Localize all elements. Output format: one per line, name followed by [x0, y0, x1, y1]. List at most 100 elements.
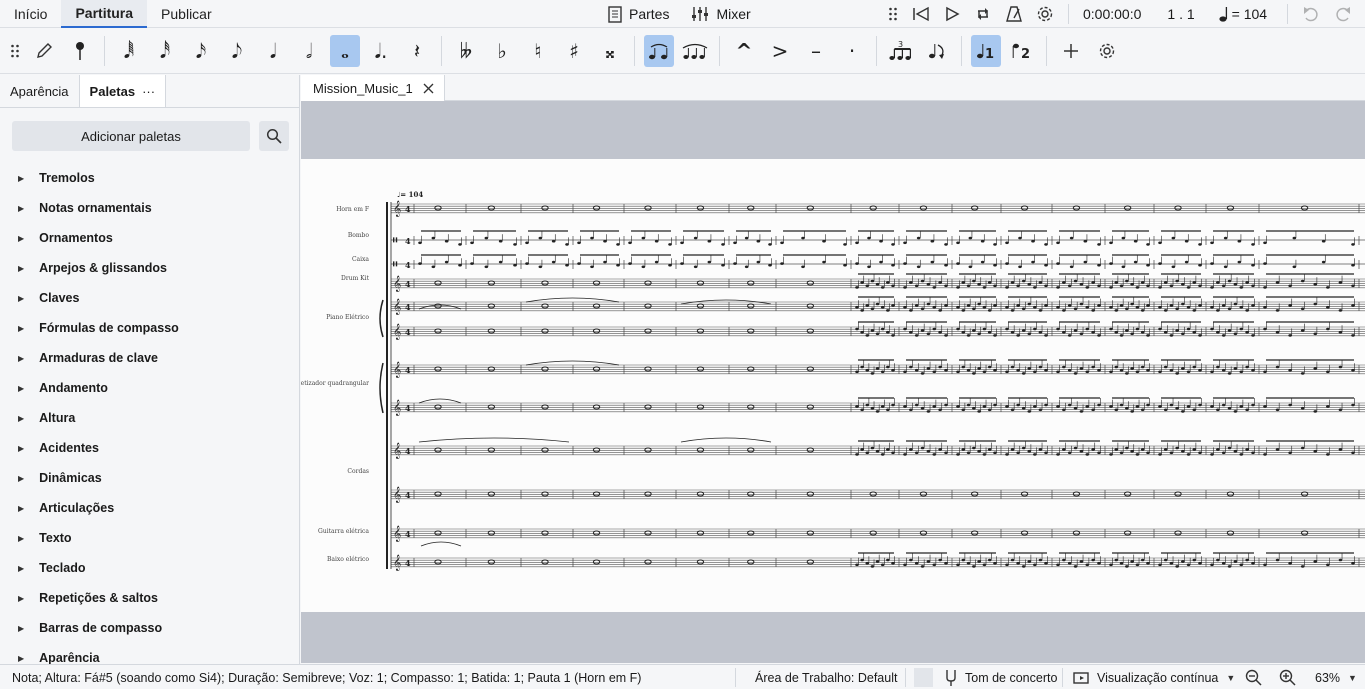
palette-list: ▶ Tremolos ▶ Notas ornamentais ▶ Ornamentos ▶ A…	[0, 163, 299, 664]
note-head	[1338, 558, 1343, 562]
expand-arrow-icon: ▶	[18, 263, 25, 273]
note-head	[1251, 451, 1255, 455]
tie-icon[interactable]	[644, 35, 674, 67]
tab-paletas[interactable]: Paletas ···	[79, 75, 167, 107]
tab-inicio[interactable]: Início	[0, 0, 61, 28]
pencil-icon[interactable]	[29, 35, 59, 67]
zoom-out-button[interactable]	[1245, 665, 1262, 689]
search-palettes-button[interactable]	[259, 121, 289, 151]
accent-icon[interactable]: >	[765, 35, 795, 67]
flat-icon[interactable]: ♭	[487, 35, 517, 67]
loop-icon[interactable]	[974, 5, 992, 23]
rewind-icon[interactable]	[912, 6, 930, 22]
palette-item[interactable]: ▶ Dinâmicas	[0, 463, 299, 493]
duration-16th-icon[interactable]: 𝅘𝅥𝅯	[186, 35, 216, 67]
staccato-icon[interactable]: ·	[837, 35, 867, 67]
whole-note	[434, 559, 442, 565]
play-icon[interactable]	[944, 6, 960, 22]
duration-quarter-icon[interactable]: 𝅘𝅥	[258, 35, 288, 67]
redo-icon[interactable]	[1334, 6, 1352, 22]
rest-icon[interactable]: 𝄽	[402, 35, 432, 67]
metronome-icon[interactable]	[1006, 5, 1022, 23]
parts-button[interactable]: Partes	[608, 5, 669, 23]
palette-item[interactable]: ▶ Texto	[0, 523, 299, 553]
palette-item[interactable]: ▶ Claves	[0, 283, 299, 313]
palette-item[interactable]: ▶ Altura	[0, 403, 299, 433]
score-page[interactable]: 𝄞 4 𝄥 4 𝄥 4 𝄞 4 𝄞 4 𝄞 4 𝄞 4 𝄞 4 𝄞 4 𝄞 4 𝄞 4 𝄞 4 Horn em F Bombo Ca…	[288, 159, 1365, 612]
palette-item[interactable]: ▶ Ornamentos	[0, 223, 299, 253]
note-head	[1163, 330, 1168, 334]
palette-item[interactable]: ▶ Barras de compasso	[0, 613, 299, 643]
add-palettes-button[interactable]: Adicionar paletas	[12, 121, 250, 151]
instrument-label: Baixo elétrico	[327, 556, 369, 563]
palette-item[interactable]: ▶ Andamento	[0, 373, 299, 403]
note-head	[1198, 451, 1202, 455]
score-notation[interactable]: 𝄞 4 𝄥 4 𝄥 4 𝄞 4 𝄞 4 𝄞 4 𝄞 4 𝄞 4 𝄞 4 𝄞 4 𝄞 4 𝄞 4 Horn em F Bombo Ca…	[288, 159, 1365, 612]
add-icon[interactable]	[1056, 35, 1086, 67]
note-head	[870, 329, 875, 332]
concert-pitch-checkbox[interactable]	[914, 668, 933, 687]
note-head	[993, 243, 997, 246]
note-head	[916, 265, 921, 269]
note-head	[875, 449, 880, 453]
marcato-icon[interactable]: ^	[729, 35, 759, 67]
voice-1-icon[interactable]: 1	[971, 35, 1001, 67]
toolbar-settings-icon[interactable]	[1092, 35, 1122, 67]
panel-more-menu[interactable]: ···	[142, 84, 155, 99]
workspace-selector[interactable]: Área de Trabalho: Default	[755, 665, 897, 689]
tuplet-icon[interactable]: 3	[886, 35, 916, 67]
note-head	[1010, 448, 1015, 451]
tab-aparencia[interactable]: Aparência	[0, 75, 80, 107]
palette-item[interactable]: ▶ Notas ornamentais	[0, 193, 299, 223]
palette-item[interactable]: ▶ Aparência	[0, 643, 299, 664]
duration-whole-icon[interactable]: 𝅝	[330, 35, 360, 67]
zoom-in-button[interactable]	[1279, 665, 1296, 689]
sharp-icon[interactable]: ♯	[559, 35, 589, 67]
note-input-mode-icon[interactable]	[65, 35, 95, 67]
expand-arrow-icon: ▶	[18, 203, 25, 213]
palette-item[interactable]: ▶ Repetições & saltos	[0, 583, 299, 613]
undo-icon[interactable]	[1302, 6, 1320, 22]
palette-item[interactable]: ▶ Armaduras de clave	[0, 343, 299, 373]
note-head	[1140, 408, 1145, 412]
natural-icon[interactable]: ♮	[523, 35, 553, 67]
document-tab-title: Mission_Music_1	[313, 80, 413, 96]
double-sharp-icon[interactable]: 𝄪	[595, 35, 625, 67]
double-flat-icon[interactable]: 𝄫	[451, 35, 481, 67]
mixer-button[interactable]: Mixer	[691, 6, 751, 22]
duration-eighth-icon[interactable]: 𝅘𝅥𝅮	[222, 35, 252, 67]
tab-partitura[interactable]: Partitura	[61, 0, 148, 28]
toolbar-drag-handle-icon[interactable]	[7, 35, 23, 67]
duration-half-icon[interactable]: 𝅗𝅥	[294, 35, 324, 67]
palette-item[interactable]: ▶ Fórmulas de compasso	[0, 313, 299, 343]
augmentation-dot-icon[interactable]: 𝅘𝅥.	[366, 35, 396, 67]
note-head	[855, 405, 859, 408]
slur-icon[interactable]	[680, 35, 710, 67]
palette-item[interactable]: ▶ Tremolos	[0, 163, 299, 193]
duration-32nd-icon[interactable]: 𝅘𝅥𝅰	[150, 35, 180, 67]
duration-64th-icon[interactable]: 𝅘𝅥𝅱	[114, 35, 144, 67]
palette-item[interactable]: ▶ Teclado	[0, 553, 299, 583]
flip-direction-icon[interactable]	[922, 35, 952, 67]
document-tab[interactable]: Mission_Music_1	[301, 75, 445, 101]
drag-handle-icon[interactable]	[888, 6, 898, 22]
note-head	[903, 405, 907, 408]
close-icon[interactable]	[423, 83, 434, 94]
palette-item[interactable]: ▶ Articulações	[0, 493, 299, 523]
zoom-selector[interactable]: 63% ▼	[1315, 665, 1357, 689]
palette-item[interactable]: ▶ Arpejos & glissandos	[0, 253, 299, 283]
view-mode-selector[interactable]: Visualização contínua ▼	[1073, 665, 1235, 689]
tenuto-icon[interactable]: –	[801, 35, 831, 67]
concert-pitch-toggle[interactable]: Tom de concerto	[914, 665, 1057, 689]
note-head	[1016, 368, 1020, 372]
note-head	[1135, 286, 1140, 289]
note-head	[1033, 305, 1037, 309]
note-head	[843, 263, 847, 267]
note-head	[1114, 281, 1119, 284]
note-head	[909, 281, 913, 284]
voice-2-icon[interactable]: 2	[1007, 35, 1037, 67]
playback-settings-icon[interactable]	[1036, 5, 1054, 23]
tab-publicar[interactable]: Publicar	[147, 0, 226, 28]
palette-item[interactable]: ▶ Acidentes	[0, 433, 299, 463]
note-head	[1288, 284, 1292, 288]
